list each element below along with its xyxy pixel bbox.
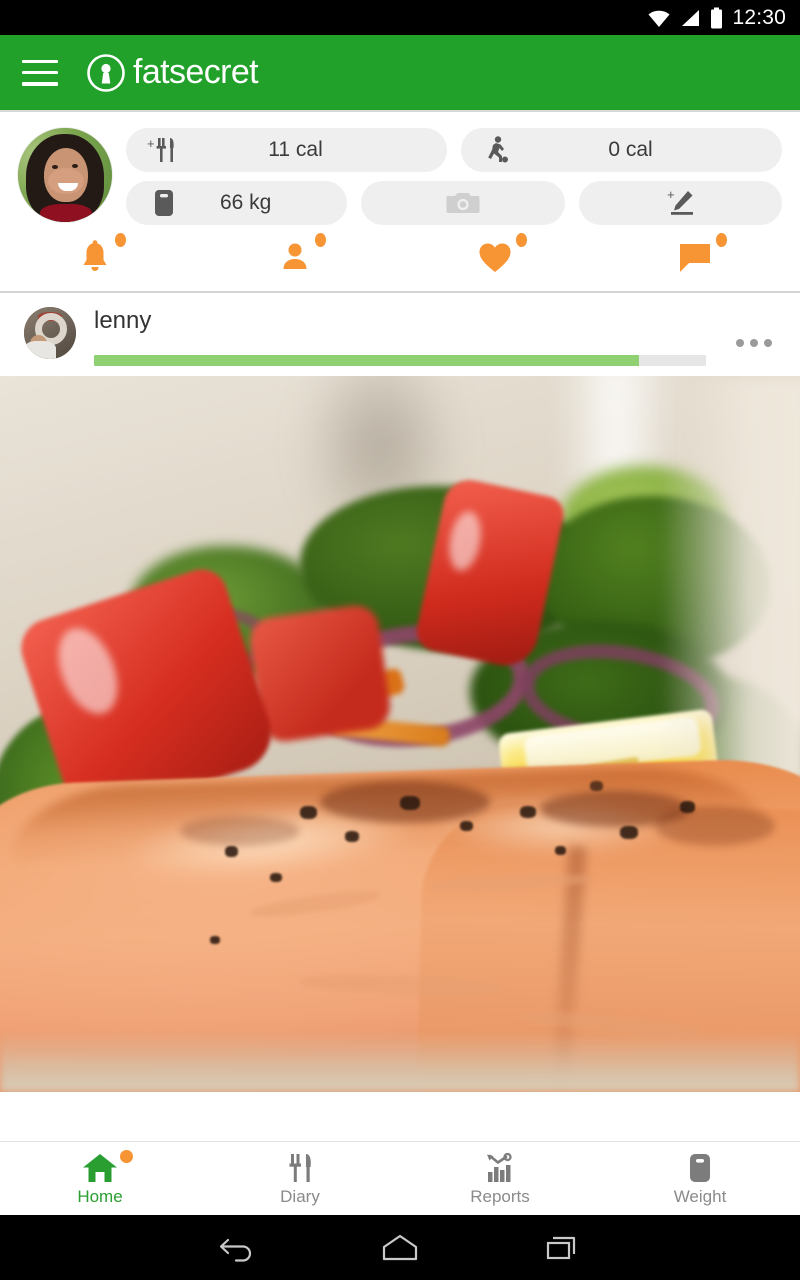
reports-chart-icon	[481, 1150, 519, 1184]
exercise-calories-value: 0 cal	[608, 138, 653, 161]
progress-bar	[94, 355, 706, 366]
bottom-navigation: Home Diary Reports Weight	[0, 1141, 800, 1215]
buddies-button[interactable]	[200, 233, 400, 277]
post-author-avatar[interactable]	[24, 307, 76, 359]
nav-label-diary: Diary	[280, 1187, 320, 1206]
notifications-button[interactable]	[0, 233, 200, 277]
svg-text:+: +	[667, 188, 675, 202]
quick-action-row	[0, 233, 800, 291]
diary-fork-knife-icon	[283, 1150, 317, 1184]
app-bar: fatsecret	[0, 35, 800, 110]
stat-row-2: 66 kg +	[126, 181, 782, 225]
recent-apps-squares-icon[interactable]	[542, 1231, 584, 1265]
stat-pill-grid: + 11 cal 0 cal 66 kg +	[126, 128, 782, 225]
more-options-dots-icon[interactable]	[736, 339, 772, 347]
status-bar: 12:30	[0, 0, 800, 35]
status-bar-icons	[647, 7, 723, 29]
food-calories-pill[interactable]: + 11 cal	[126, 128, 447, 172]
nav-tab-reports[interactable]: Reports	[400, 1142, 600, 1215]
post-header: lenny	[0, 293, 800, 376]
hamburger-menu-icon[interactable]	[22, 59, 58, 86]
nav-label-weight: Weight	[673, 1187, 727, 1206]
exercise-calories-pill[interactable]: 0 cal	[461, 128, 782, 172]
brand-name: fatsecret	[133, 53, 259, 91]
comments-button[interactable]	[600, 233, 800, 277]
stat-row-1: + 11 cal 0 cal	[126, 128, 782, 172]
weight-scale-icon	[685, 1150, 715, 1184]
post-image[interactable]	[0, 376, 800, 1092]
buddies-badge	[314, 233, 326, 247]
stats-panel: + 11 cal 0 cal 66 kg +	[0, 110, 800, 293]
back-arrow-icon[interactable]	[216, 1231, 258, 1265]
nav-tab-home[interactable]: Home	[0, 1142, 200, 1215]
nav-tab-diary[interactable]: Diary	[200, 1142, 400, 1215]
post-meta: lenny	[94, 307, 780, 366]
camera-icon	[443, 189, 483, 217]
exercise-running-icon	[479, 135, 519, 165]
edit-note-pill[interactable]: +	[578, 181, 782, 225]
progress-bar-fill	[94, 355, 639, 366]
notification-badge	[114, 233, 126, 247]
comments-badge	[715, 233, 727, 247]
battery-icon	[711, 7, 723, 28]
add-food-fork-knife-icon: +	[144, 135, 184, 165]
svg-text:+: +	[147, 136, 155, 151]
weight-value: 66 kg	[219, 191, 272, 214]
post-username[interactable]: lenny	[94, 309, 780, 333]
likes-badge	[515, 233, 527, 247]
person-icon	[283, 243, 306, 269]
status-bar-clock: 12:30	[732, 5, 786, 29]
home-pentagon-icon[interactable]	[378, 1231, 422, 1265]
heart-icon	[479, 243, 510, 272]
app-screen: 12:30 fatsecret + 11 cal 0 cal 66 kg + l…	[0, 0, 800, 1280]
bell-icon	[83, 240, 106, 271]
nav-tab-weight[interactable]: Weight	[600, 1142, 800, 1215]
food-calories-value: 11 cal	[268, 138, 323, 161]
wifi-icon	[648, 10, 670, 27]
android-navigation-bar	[0, 1215, 800, 1280]
likes-button[interactable]	[400, 233, 600, 277]
home-house-icon	[81, 1150, 133, 1184]
avatar[interactable]	[18, 128, 112, 222]
nav-label-home: Home	[77, 1187, 123, 1206]
add-edit-pencil-icon: +	[660, 188, 700, 218]
camera-pill[interactable]	[361, 181, 565, 225]
nav-label-reports: Reports	[470, 1187, 530, 1206]
brand-logo: fatsecret	[86, 53, 259, 93]
weight-scale-icon	[144, 188, 184, 218]
weight-pill[interactable]: 66 kg	[126, 181, 348, 225]
speech-bubble-icon	[679, 244, 710, 272]
cellular-signal-icon	[682, 9, 700, 26]
fatsecret-keyhole-logo-icon	[87, 53, 125, 92]
home-badge	[120, 1150, 133, 1163]
